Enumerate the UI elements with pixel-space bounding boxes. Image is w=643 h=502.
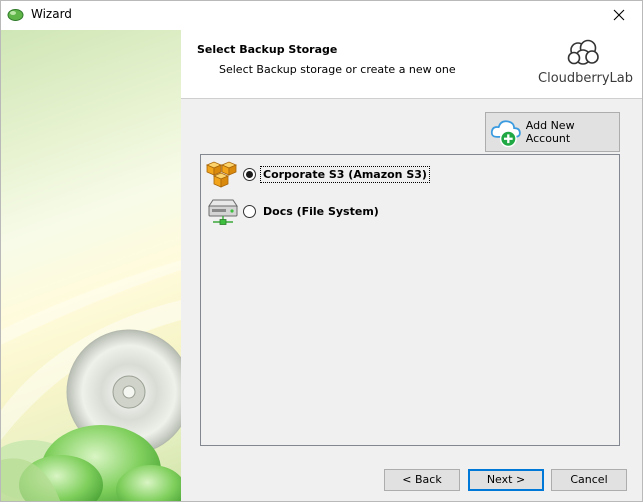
wizard-side-banner [1,30,181,501]
cloud-add-icon [490,120,521,148]
cancel-button[interactable]: Cancel [551,469,627,491]
page-title: Select Backup Storage [197,43,338,56]
storage-list[interactable]: Corporate S3 (Amazon S3) Docs (File Syst… [200,154,620,446]
storage-radio-docs[interactable] [243,204,256,218]
next-button[interactable]: Next > [468,469,544,491]
storage-item-docs[interactable]: Docs (File System) [205,193,615,229]
wizard-header: Select Backup Storage Select Backup stor… [181,30,642,99]
amazon-s3-boxes-icon [205,161,238,188]
storage-item-corporate-s3[interactable]: Corporate S3 (Amazon S3) [205,156,615,192]
storage-item-label: Docs (File System) [263,204,379,218]
cloudberry-app-icon [7,7,24,22]
berry-logo-icon [567,39,599,65]
disc-cloud-illustration [1,260,181,501]
close-button[interactable] [596,1,642,30]
cloudberry-logo: CloudberryLab [538,38,633,90]
storage-radio-corporate-s3[interactable] [243,167,256,181]
logo-text: CloudberryLab [538,71,633,86]
wizard-window: Wizard Select Backup Storage Select Back… [0,0,643,502]
storage-item-label: Corporate S3 (Amazon S3) [260,165,430,183]
back-button[interactable]: < Back [384,469,460,491]
hard-drive-icon [208,199,238,225]
close-icon [613,9,625,21]
page-subtitle: Select Backup storage or create a new on… [219,63,456,76]
add-new-account-button[interactable]: Add New Account [485,112,620,152]
title-bar: Wizard [1,1,642,30]
add-new-account-label: Add New Account [525,119,575,145]
window-title: Wizard [31,7,72,21]
